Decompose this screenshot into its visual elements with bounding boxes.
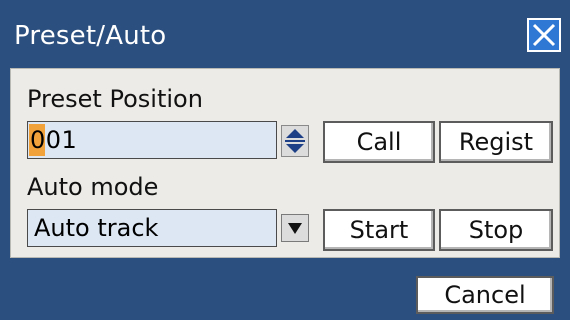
window-title: Preset/Auto	[14, 21, 167, 51]
preset-position-label: Preset Position	[27, 85, 203, 113]
auto-mode-selected-value: Auto track	[34, 214, 159, 242]
auto-mode-label: Auto mode	[27, 173, 159, 201]
close-button[interactable]	[527, 18, 561, 52]
call-button[interactable]: Call	[323, 121, 435, 163]
close-icon	[532, 23, 556, 47]
up-down-arrows-icon	[285, 129, 305, 153]
preset-number-value: 001	[30, 126, 77, 154]
title-bar: Preset/Auto	[0, 0, 570, 68]
chevron-down-icon	[288, 223, 302, 234]
preset-number-first-digit: 0	[30, 126, 46, 154]
stop-button[interactable]: Stop	[439, 209, 553, 251]
start-button[interactable]: Start	[323, 209, 435, 251]
preset-number-rest: 01	[45, 126, 78, 154]
auto-mode-select[interactable]: Auto track	[27, 209, 277, 247]
content-panel: Preset Position 001 Call Regist Auto mod…	[10, 68, 560, 258]
preset-number-input[interactable]: 001	[27, 121, 277, 159]
preset-auto-dialog: Preset/Auto Preset Position 001 Call Reg…	[0, 0, 570, 320]
regist-button[interactable]: Regist	[439, 121, 553, 163]
auto-mode-dropdown-button[interactable]	[281, 214, 309, 242]
preset-number-stepper[interactable]	[281, 125, 309, 157]
cancel-button[interactable]: Cancel	[416, 276, 554, 314]
